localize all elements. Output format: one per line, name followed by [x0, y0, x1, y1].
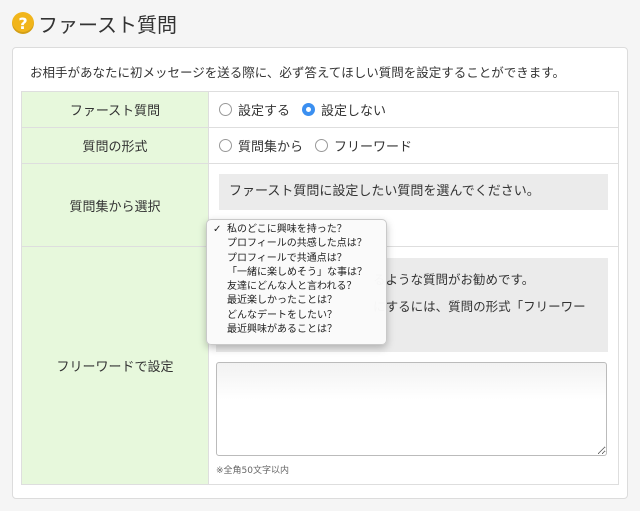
dropdown-option[interactable]: プロフィールで共通点は？: [207, 252, 386, 266]
row-format: 質問の形式 質問集から フリーワード: [21, 127, 619, 164]
radio-from-list[interactable]: [219, 139, 232, 152]
question-select[interactable]: ファースト質問に設定したい質問を選んでください。: [219, 174, 608, 210]
dropdown-option[interactable]: プロフィールの共感した点は？: [207, 237, 386, 251]
checkmark-icon: ✓: [213, 224, 222, 235]
page-header: ? ファースト質問: [12, 8, 177, 38]
dropdown-option[interactable]: どんなデートをしたい？: [207, 309, 386, 323]
dropdown-option[interactable]: 最近興味があることは？: [207, 323, 386, 337]
radio-not-set-label[interactable]: 設定しない: [321, 100, 386, 119]
first-question-radio-group: 設定する 設定しない: [219, 100, 608, 119]
radio-not-set[interactable]: [302, 103, 316, 116]
radio-free-word[interactable]: [315, 139, 329, 152]
radio-free-word-label[interactable]: フリーワード: [334, 136, 412, 155]
question-dropdown-menu: ✓ 私のどこに興味を持った？ プロフィールの共感した点は？ プロフィールで共通点は…: [206, 219, 387, 345]
from-list-label: 質問集から選択: [21, 163, 209, 247]
page-title: ファースト質問: [38, 12, 177, 37]
radio-set[interactable]: [219, 103, 232, 116]
question-circle-icon: ?: [12, 12, 34, 34]
format-radio-group: 質問集から フリーワード: [219, 136, 608, 155]
dropdown-option[interactable]: 「一緒に楽しめそう」な事は？: [207, 266, 386, 280]
dropdown-option[interactable]: 最近楽しかったことは？: [207, 294, 386, 308]
char-limit-note: ※全角50文字以内: [216, 466, 289, 476]
first-question-label: ファースト質問: [21, 91, 209, 128]
dropdown-option[interactable]: ✓ 私のどこに興味を持った？: [207, 223, 386, 237]
radio-set-label[interactable]: 設定する: [238, 100, 290, 119]
free-word-textarea[interactable]: [216, 362, 607, 456]
dropdown-option[interactable]: 友達にどんな人と言われる？: [207, 280, 386, 294]
row-first-question: ファースト質問 設定する 設定しない: [21, 91, 619, 128]
radio-from-list-label[interactable]: 質問集から: [238, 136, 303, 155]
format-label: 質問の形式: [21, 127, 209, 164]
free-word-label: フリーワードで設定: [21, 246, 209, 485]
intro-text: お相手があなたに初メッセージを送る際に、必ず答えてほしい質問を設定することができ…: [30, 65, 566, 80]
